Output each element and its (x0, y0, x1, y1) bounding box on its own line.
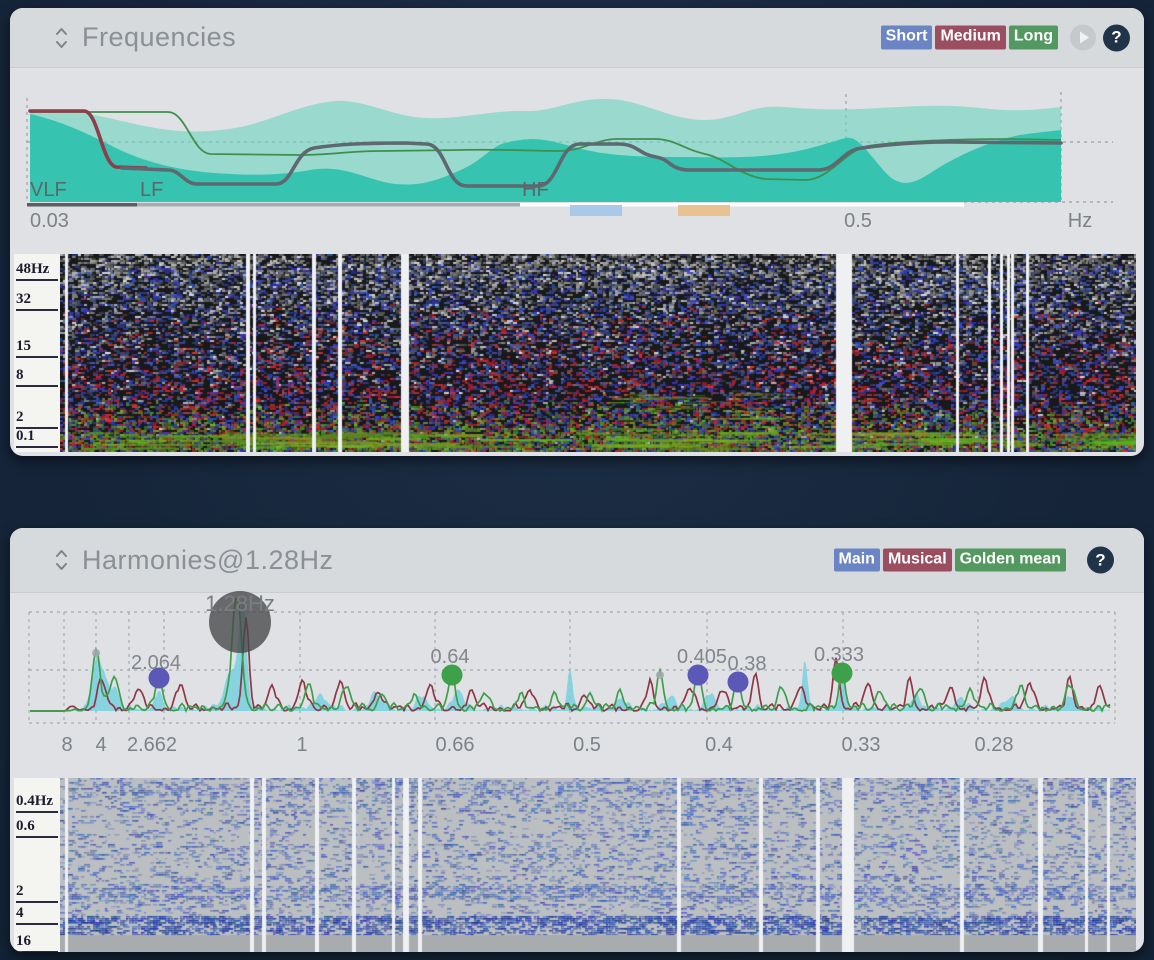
legend: Short Medium Long ? (881, 24, 1130, 51)
x-tick-start: 0.03 (30, 210, 69, 232)
y-label-15: 15 (16, 338, 58, 358)
collapse-button[interactable] (54, 24, 69, 52)
y-label-8: 8 (16, 367, 58, 387)
x-tick-mid: 0.5 (844, 210, 872, 232)
harmonies-chart: 1.28Hz 2.064 0.64 0.405 0.38 0.333 8 4 2… (10, 595, 1144, 770)
x-tick: 0.33 (842, 734, 881, 756)
x-tick: 1 (296, 734, 307, 756)
x-axis-unit: Hz (1068, 210, 1092, 232)
badge-long[interactable]: Long (1009, 26, 1058, 49)
x-tick: 0.28 (975, 734, 1014, 756)
frequencies-chart: VLF LF HF 0.03 0.5 Hz (10, 80, 1144, 253)
y-label-32: 32 (16, 291, 58, 311)
page-title: Harmonies@1.28Hz (82, 545, 334, 576)
spectrogram-y-axis: 48Hz 32 15 8 2 0.1 (14, 254, 60, 452)
spectrogram-canvas (60, 778, 1136, 952)
legend: Main Musical Golden mean ? (834, 547, 1115, 574)
spectrogram-canvas (60, 254, 1136, 452)
peak-label-038: 0.38 (728, 653, 767, 675)
y-label-48hz: 48Hz (16, 261, 58, 281)
harmonies-x-ticks: 8 4 2.662 1 0.66 0.5 0.4 0.33 0.28 (61, 734, 1013, 756)
x-tick: 0.66 (436, 734, 475, 756)
band-label-hf: HF (522, 179, 549, 201)
panel-frequencies: Frequencies Short Medium Long ? (10, 8, 1144, 456)
minor-peak-dot[interactable] (656, 671, 664, 679)
y-label-2: 2 (16, 409, 58, 429)
page-title: Frequencies (82, 22, 236, 53)
harmonies-header: Harmonies@1.28Hz Main Musical Golden mea… (10, 528, 1144, 593)
badge-musical[interactable]: Musical (883, 548, 952, 571)
y-label-0p1: 0.1 (16, 428, 58, 448)
help-button[interactable]: ? (1087, 547, 1114, 574)
y-label-0p6: 0.6 (16, 818, 58, 838)
x-tick: 0.4 (705, 734, 733, 756)
band-label-vlf: VLF (30, 179, 67, 201)
y-label-4: 4 (16, 905, 58, 925)
band-marker-blue[interactable] (570, 205, 622, 216)
peak-label-2064: 2.064 (131, 652, 181, 674)
frequencies-spectrogram: 48Hz 32 15 8 2 0.1 (10, 254, 1144, 452)
badge-main[interactable]: Main (834, 548, 880, 571)
minor-peak-dot[interactable] (92, 649, 100, 657)
x-tick: 8 (61, 734, 72, 756)
vlf-axis-bar (27, 203, 137, 207)
badge-medium[interactable]: Medium (935, 26, 1005, 49)
collapse-button[interactable] (54, 546, 69, 574)
play-icon (1080, 32, 1089, 44)
harmonies-markers: 1.28Hz 2.064 0.64 0.405 0.38 0.333 (92, 591, 864, 693)
peak-label-064: 0.64 (431, 646, 470, 668)
lf-axis-bar (137, 203, 520, 207)
x-tick: 0.5 (573, 734, 601, 756)
panel-harmonies: Harmonies@1.28Hz Main Musical Golden mea… (10, 528, 1144, 952)
y-label-0p4hz: 0.4Hz (16, 793, 58, 813)
frequencies-header: Frequencies Short Medium Long ? (10, 8, 1144, 68)
peak-label-0333: 0.333 (814, 644, 864, 666)
x-tick: 2.662 (127, 734, 177, 756)
selected-peak-label: 1.28Hz (205, 591, 275, 616)
y-label-16: 16 (16, 933, 58, 952)
y-label-2: 2 (16, 883, 58, 903)
spectrogram-y-axis: 0.4Hz 0.6 2 4 16 (14, 778, 60, 952)
badge-golden-mean[interactable]: Golden mean (955, 548, 1066, 571)
play-button[interactable] (1070, 25, 1096, 51)
harmonies-spectrogram: 0.4Hz 0.6 2 4 16 (10, 778, 1144, 952)
peak-label-0405: 0.405 (677, 646, 727, 668)
chevron-updown-icon (54, 546, 69, 574)
help-button[interactable]: ? (1103, 24, 1130, 51)
chevron-updown-icon (54, 24, 69, 52)
x-tick: 4 (95, 734, 106, 756)
band-label-lf: LF (140, 179, 163, 201)
band-marker-orange[interactable] (678, 205, 730, 216)
badge-short[interactable]: Short (881, 26, 933, 49)
